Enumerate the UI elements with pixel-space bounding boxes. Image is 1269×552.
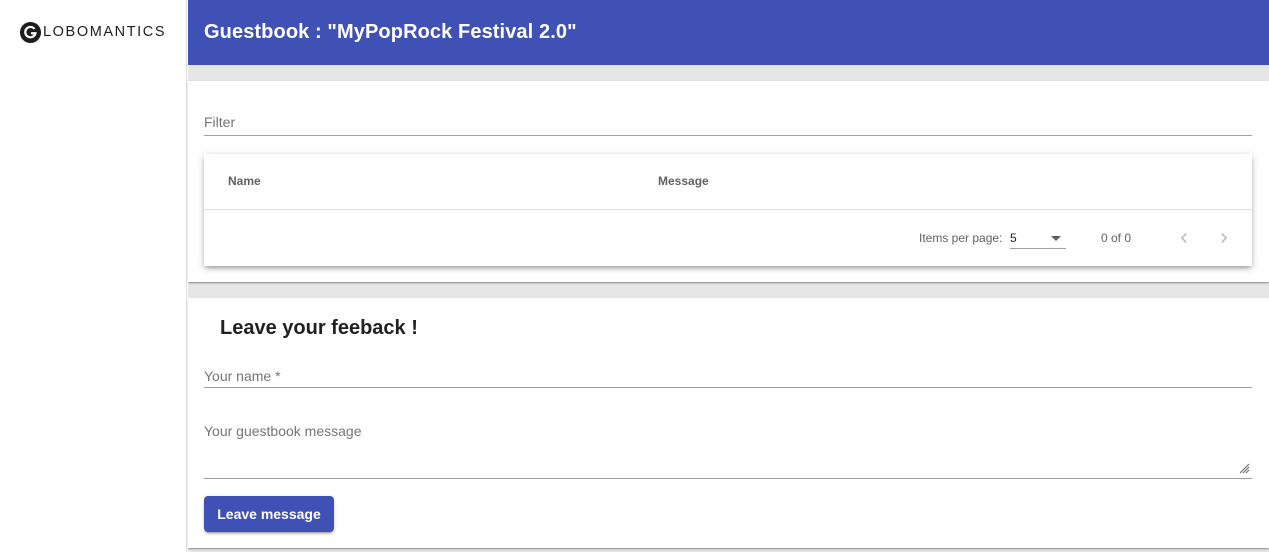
message-field [204, 423, 1252, 479]
feedback-form-card: Leave your feeback ! Leave message [188, 298, 1269, 548]
items-per-page-label: Items per page: [919, 231, 1003, 245]
chevron-left-icon [1180, 233, 1187, 243]
form-title: Leave your feeback ! [220, 317, 418, 339]
chevron-right-icon [1221, 233, 1228, 243]
column-header-message[interactable]: Message [658, 174, 709, 188]
logo-text: LOBOMANTICS [43, 24, 167, 40]
resize-handle-icon[interactable] [1238, 462, 1250, 474]
globomantics-logo-mark-icon [19, 21, 42, 43]
leave-message-button[interactable]: Leave message [204, 496, 334, 532]
sidebar: LOBOMANTICS [0, 0, 187, 552]
previous-page-button[interactable] [1168, 222, 1200, 254]
table-paginator: Items per page: 5 0 of 0 [204, 210, 1252, 266]
globomantics-logo[interactable]: LOBOMANTICS [19, 20, 166, 44]
main-content: Guestbook : "MyPopRock Festival 2.0" Nam… [188, 0, 1269, 552]
page-size-select[interactable]: 5 [1010, 230, 1066, 249]
name-input[interactable] [204, 366, 1252, 386]
filter-input[interactable] [204, 112, 1252, 132]
next-page-button[interactable] [1208, 222, 1240, 254]
page-title: Guestbook : "MyPopRock Festival 2.0" [204, 21, 577, 43]
filter-field [204, 112, 1252, 136]
name-field [204, 366, 1252, 388]
message-textarea[interactable] [204, 423, 1252, 473]
guestbook-list-card: Name Message Items per page: 5 0 of 0 [188, 81, 1269, 282]
table-header-row: Name Message [204, 154, 1252, 210]
page-range-label: 0 of 0 [1101, 231, 1132, 245]
page-size-value: 5 [1010, 231, 1017, 245]
page-header: Guestbook : "MyPopRock Festival 2.0" [188, 0, 1269, 65]
app-root: LOBOMANTICS Guestbook : "MyPopRock Festi… [0, 0, 1269, 552]
column-header-name[interactable]: Name [228, 174, 261, 188]
dropdown-arrow-icon [1051, 236, 1061, 241]
guestbook-table: Name Message Items per page: 5 0 of 0 [204, 154, 1252, 266]
